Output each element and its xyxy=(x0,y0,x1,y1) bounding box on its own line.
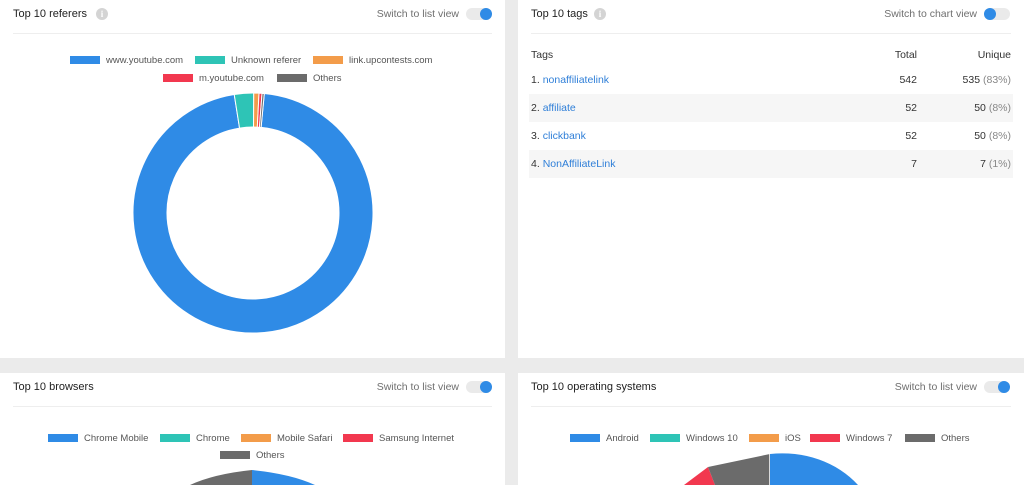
row-index: 1. xyxy=(531,74,540,86)
unique-cell: 535 (83%) xyxy=(919,66,1013,94)
switch-to-chart-label[interactable]: Switch to chart view xyxy=(884,8,977,20)
tag-cell: 2. affiliate xyxy=(529,94,855,122)
unique-value: 50 xyxy=(974,130,986,142)
unique-cell: 50 (8%) xyxy=(919,94,1013,122)
tag-link[interactable]: clickbank xyxy=(543,130,586,142)
unique-percent: (8%) xyxy=(988,102,1011,114)
chart-slice-android xyxy=(770,453,858,485)
toggle-knob xyxy=(984,8,996,20)
tag-cell: 1. nonaffiliatelink xyxy=(529,66,855,94)
donut-slice-www-youtube-com[interactable] xyxy=(132,92,374,334)
row-index: 4. xyxy=(531,158,540,170)
unique-percent: (8%) xyxy=(988,130,1011,142)
unique-value: 535 xyxy=(962,74,981,86)
row-index: 2. xyxy=(531,102,540,114)
chart-slice-chrome-mobile xyxy=(252,470,315,485)
column-header-unique[interactable]: Unique xyxy=(919,44,1013,66)
divider xyxy=(531,33,1011,34)
table-row: 3. clickbank 52 50 (8%) xyxy=(529,122,1013,150)
total-cell: 7 xyxy=(855,150,919,178)
total-cell: 52 xyxy=(855,94,919,122)
chart-slice-others xyxy=(708,454,770,485)
tag-link[interactable]: NonAffiliateLink xyxy=(543,158,616,170)
column-header-tags[interactable]: Tags xyxy=(529,44,855,66)
os-pie-chart xyxy=(684,453,858,485)
view-toggle[interactable] xyxy=(984,8,1010,20)
tag-cell: 3. clickbank xyxy=(529,122,855,150)
table-row: 1. nonaffiliatelink 542 535 (83%) xyxy=(529,66,1013,94)
tag-cell: 4. NonAffiliateLink xyxy=(529,150,855,178)
unique-value: 7 xyxy=(980,158,986,170)
browsers-panel: Top 10 browsers Switch to list view Chro… xyxy=(0,373,505,485)
table-row: 4. NonAffiliateLink 7 7 (1%) xyxy=(529,150,1013,178)
os-panel: Top 10 operating systems Switch to list … xyxy=(518,373,1024,485)
tags-table: Tags Total Unique 1. nonaffiliatelink 54… xyxy=(529,44,1013,178)
tags-panel: Top 10 tags i Switch to chart view Tags … xyxy=(518,0,1024,358)
unique-percent: (1%) xyxy=(988,158,1011,170)
tag-link[interactable]: nonaffiliatelink xyxy=(543,74,609,86)
tags-title: Top 10 tags xyxy=(531,8,588,20)
info-icon[interactable]: i xyxy=(594,8,606,20)
tags-header: Top 10 tags i Switch to chart view xyxy=(518,0,1024,34)
total-cell: 52 xyxy=(905,130,917,142)
browsers-chart xyxy=(190,470,315,485)
unique-value: 50 xyxy=(974,102,986,114)
chart-slice-others xyxy=(190,470,252,485)
row-index: 3. xyxy=(531,130,540,142)
column-header-total[interactable]: Total xyxy=(855,44,919,66)
unique-cell: 7 (1%) xyxy=(919,150,1013,178)
table-row: 2. affiliate 52 50 (8%) xyxy=(529,94,1013,122)
total-cell: 542 xyxy=(899,74,917,86)
unique-cell: 50 (8%) xyxy=(919,122,1013,150)
referers-panel: Top 10 referers i Switch to list view ww… xyxy=(0,0,505,358)
referers-donut-chart xyxy=(132,92,374,334)
table-header-row: Tags Total Unique xyxy=(529,44,1013,66)
tag-link[interactable]: affiliate xyxy=(543,102,576,114)
unique-percent: (83%) xyxy=(982,74,1011,86)
